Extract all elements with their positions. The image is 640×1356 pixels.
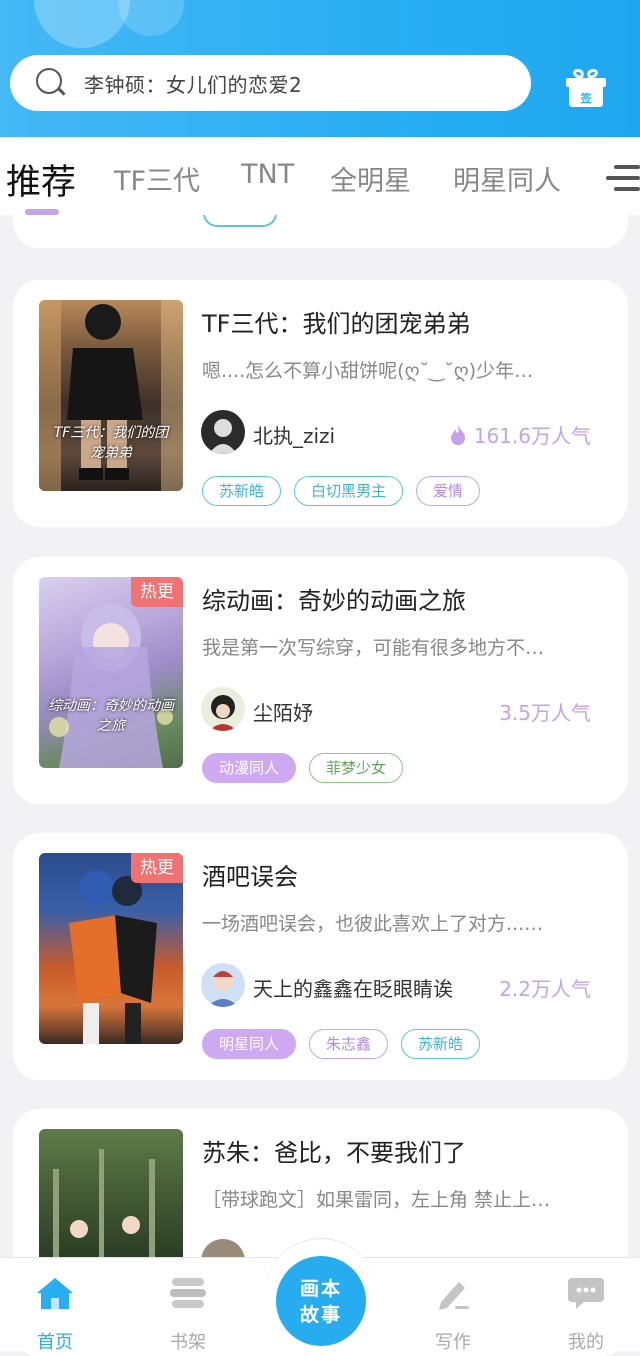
category-tabs: 推荐 TF三代 TNT 全明星 明星同人 <box>0 137 640 215</box>
book-cover[interactable]: 热更 <box>39 853 183 1044</box>
active-tab-indicator <box>25 209 59 215</box>
popularity-text: 161.6万人气 <box>473 424 591 448</box>
tab-recommend[interactable]: 推荐 <box>6 154 76 205</box>
tag[interactable]: 爱情 <box>416 476 481 506</box>
author-name[interactable]: 北执_zizi <box>253 420 335 449</box>
pencil-icon <box>439 1282 469 1310</box>
popularity-text: 3.5万人气 <box>499 701 591 725</box>
tab-all-stars[interactable]: 全明星 <box>330 159 411 198</box>
book-card[interactable]: TF三代：我们的团宠弟弟 TF三代：我们的团宠弟弟 嗯....怎么不算小甜饼呢(… <box>13 280 628 527</box>
book-cover[interactable]: TF三代：我们的团宠弟弟 <box>39 300 183 491</box>
tag-list: 动漫同人 菲梦少女 <box>202 753 404 783</box>
book-card[interactable]: 热更 酒吧误会 一场酒吧误会，也彼此喜欢上了对方...… 天上的鑫鑫在眨眼睛诶 … <box>13 833 628 1080</box>
chat-bubble-icon <box>568 1278 604 1309</box>
tag-list: 明星同人 朱志鑫 苏新皓 <box>202 1029 481 1059</box>
book-description: ［带球跑文］如果雷同，左上角 禁止上… <box>202 1189 551 1211</box>
tab-tf3[interactable]: TF三代 <box>114 159 200 198</box>
decor-bubble <box>34 0 130 48</box>
book-title[interactable]: 苏朱：爸比，不要我们了 <box>202 1133 466 1168</box>
tab-star-fanfic[interactable]: 明星同人 <box>453 159 561 198</box>
nav-home[interactable]: 首页 <box>15 1276 95 1353</box>
nav-mine-label: 我的 <box>568 1332 604 1353</box>
picture-story-line1: 画本 <box>299 1278 342 1300</box>
nav-home-label: 首页 <box>37 1332 73 1353</box>
checkin-label: 签 <box>580 92 592 105</box>
book-description: 嗯....怎么不算小甜饼呢(ღ˘‿˘ღ)少年… <box>202 360 534 382</box>
top-header: 李钟硕：女儿们的恋爱2 签 <box>0 0 640 137</box>
popularity-count: 2.2万人气 <box>499 973 591 1002</box>
book-card[interactable]: 综动画：奇妙的动画之旅 热更 综动画：奇妙的动画之旅 我是第一次写综穿，可能有很… <box>13 557 628 804</box>
checkin-gift-button[interactable]: 签 <box>566 67 606 108</box>
decor-bubble <box>118 0 184 36</box>
book-description: 一场酒吧误会，也彼此喜欢上了对方...… <box>202 913 544 935</box>
tag[interactable]: 白切黑男主 <box>294 476 404 506</box>
picture-story-line2: 故事 <box>299 1304 342 1326</box>
tag[interactable]: 明星同人 <box>202 1029 297 1059</box>
tag[interactable]: 朱志鑫 <box>309 1029 389 1059</box>
author-avatar[interactable] <box>201 687 245 731</box>
search-bar[interactable]: 李钟硕：女儿们的恋爱2 <box>10 55 531 111</box>
tag-list: 苏新皓 白切黑男主 爱情 <box>202 476 481 506</box>
cover-title-text: TF三代：我们的团宠弟弟 <box>53 425 169 461</box>
home-icon <box>37 1278 73 1309</box>
nav-bookshelf[interactable]: 书架 <box>148 1276 228 1353</box>
hot-update-badge: 热更 <box>131 853 183 883</box>
author-avatar[interactable] <box>201 963 245 1007</box>
popularity-text: 2.2万人气 <box>499 977 591 1001</box>
search-hint-text: 李钟硕：女儿们的恋爱2 <box>84 72 303 97</box>
nav-write-label: 写作 <box>435 1332 471 1353</box>
category-menu-icon[interactable] <box>606 161 640 195</box>
nav-write[interactable]: 写作 <box>413 1276 493 1353</box>
book-title[interactable]: 综动画：奇妙的动画之旅 <box>202 581 466 616</box>
popularity-count: 161.6万人气 <box>450 420 591 449</box>
book-cover[interactable]: 综动画：奇妙的动画之旅 热更 <box>39 577 183 768</box>
cover-figure <box>39 300 183 491</box>
picture-story-button[interactable]: 画本 故事 <box>276 1256 366 1346</box>
bookshelf-icon <box>170 1278 206 1308</box>
nav-bookshelf-label: 书架 <box>170 1332 206 1353</box>
hot-update-badge: 热更 <box>131 577 183 607</box>
author-name[interactable]: 尘陌妤 <box>253 697 313 726</box>
cover-title-text: 综动画：奇妙的动画之旅 <box>48 698 174 734</box>
fire-icon <box>450 425 465 445</box>
author-name[interactable]: 天上的鑫鑫在眨眼睛诶 <box>253 973 453 1002</box>
tag[interactable]: 动漫同人 <box>202 753 297 783</box>
nav-mine[interactable]: 我的 <box>546 1276 626 1353</box>
tag[interactable]: 苏新皓 <box>401 1029 481 1059</box>
tab-tnt[interactable]: TNT <box>241 159 294 190</box>
author-avatar[interactable] <box>201 410 245 454</box>
popularity-count: 3.5万人气 <box>499 697 591 726</box>
book-title[interactable]: 酒吧误会 <box>202 857 298 892</box>
search-icon <box>36 68 66 98</box>
book-description: 我是第一次写综穿，可能有很多地方不… <box>202 637 545 659</box>
tag[interactable]: 苏新皓 <box>202 476 282 506</box>
tag[interactable]: 菲梦少女 <box>309 753 404 783</box>
book-title[interactable]: TF三代：我们的团宠弟弟 <box>202 304 470 339</box>
